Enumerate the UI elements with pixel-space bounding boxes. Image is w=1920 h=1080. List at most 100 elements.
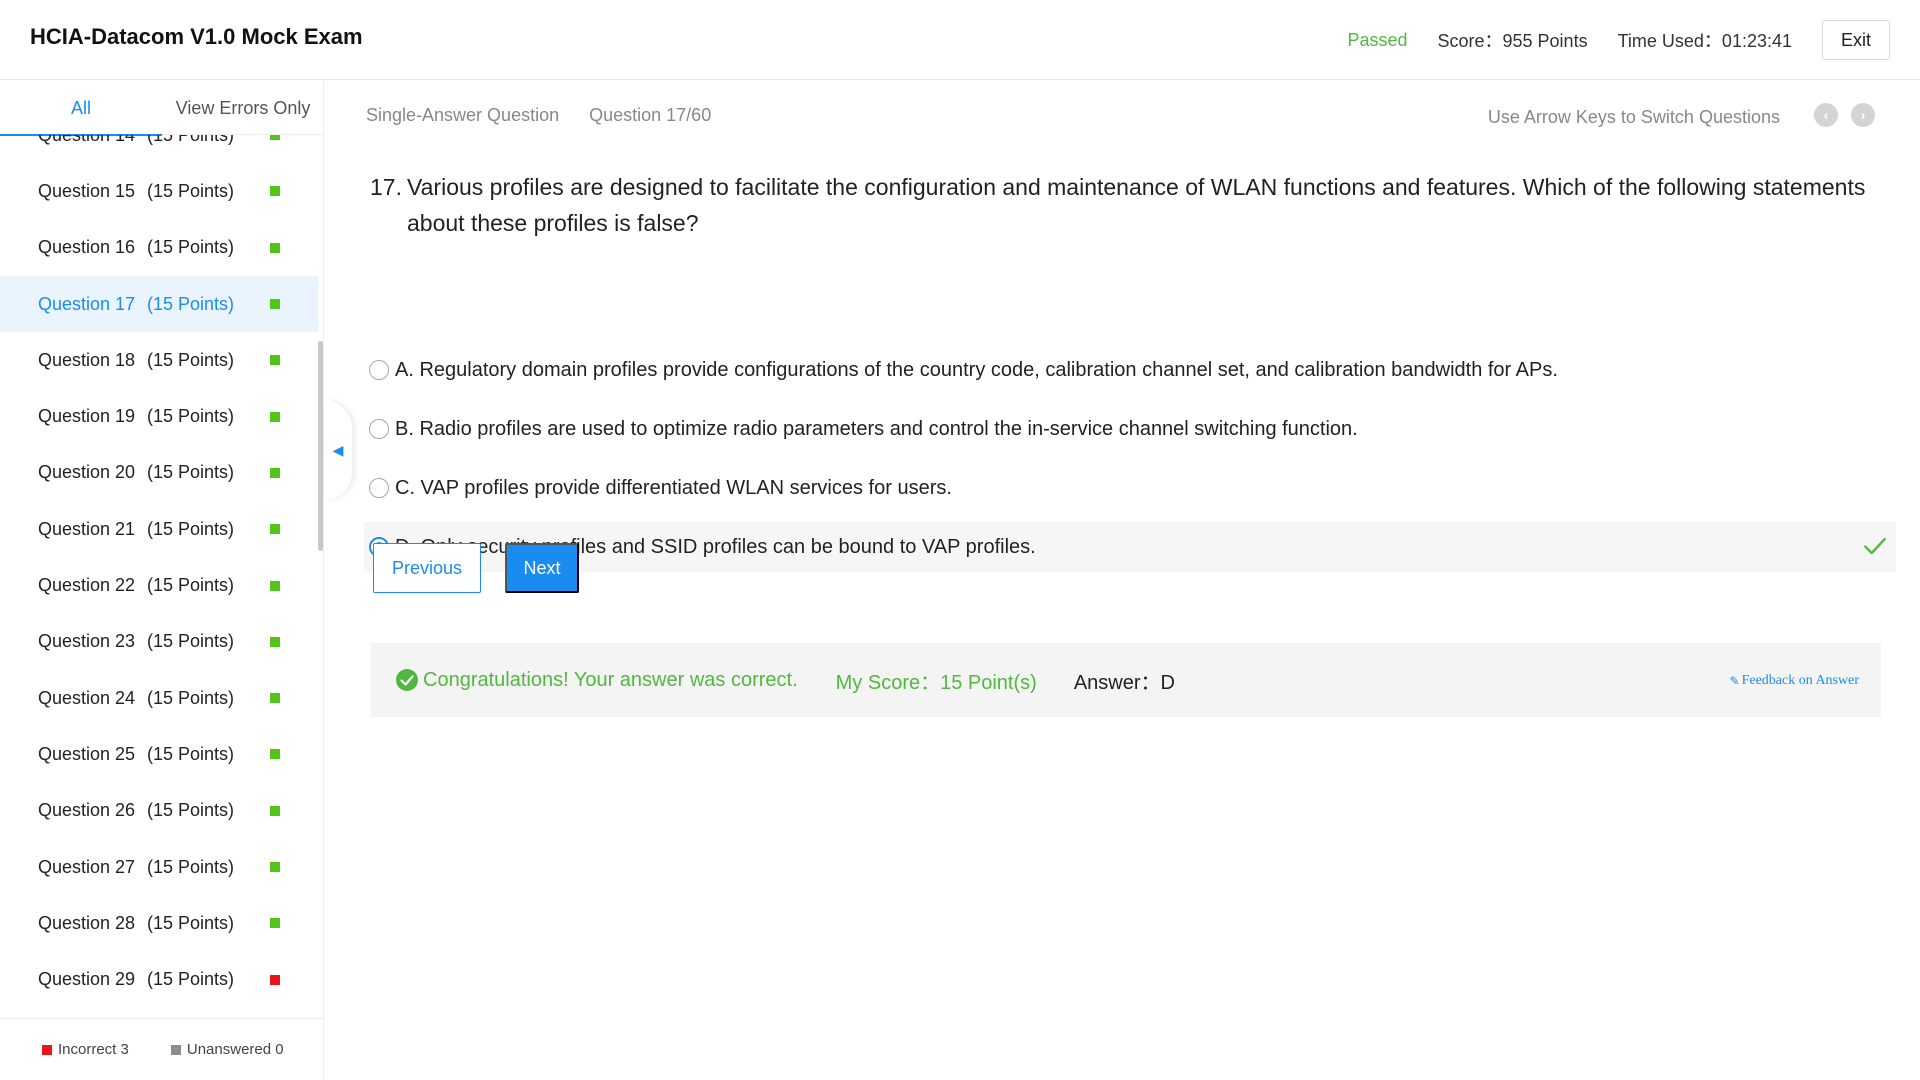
option-c[interactable]: C. VAP profiles provide differentiated W… (364, 463, 1896, 513)
question-label: Question 29 (38, 969, 136, 990)
question-label: Question 20 (38, 462, 136, 483)
edit-icon: ✎ (1729, 673, 1740, 688)
question-list-item[interactable]: Question 15 (15 Points) (0, 163, 318, 219)
option-b[interactable]: B. Radio profiles are used to optimize r… (364, 404, 1896, 454)
radio-icon[interactable] (369, 478, 389, 498)
question-list: Question 14 (15 Points) Question 15 (15 … (0, 135, 318, 1001)
option-text: C. VAP profiles provide differentiated W… (395, 476, 952, 499)
check-circle-icon (396, 669, 418, 691)
correct-marker-icon (270, 636, 280, 647)
question-points: (15 Points) (147, 687, 235, 708)
question-list-item[interactable]: Question 28 (15 Points) (0, 895, 318, 951)
question-points: (15 Points) (147, 406, 235, 427)
next-button[interactable]: Next (505, 543, 579, 593)
question-points: (15 Points) (147, 575, 235, 596)
question-label: Question 16 (38, 237, 136, 258)
time-used: Time Used：01:23:41 (1617, 31, 1792, 51)
question-points: (15 Points) (147, 912, 235, 933)
answer-result-panel: Congratulations! Your answer was correct… (371, 643, 1881, 717)
question-label: Question 22 (38, 575, 136, 596)
question-points: (15 Points) (147, 135, 234, 146)
question-points: (15 Points) (147, 743, 235, 764)
option-text: B. Radio profiles are used to optimize r… (395, 417, 1358, 440)
tab-view-errors-only[interactable]: View Errors Only (162, 81, 324, 135)
correct-marker-icon (270, 693, 280, 704)
correct-marker-icon (270, 749, 280, 760)
question-label: Question 15 (38, 180, 136, 201)
question-type: Single-Answer Question (366, 105, 560, 125)
question-text: Various profiles are designed to facilit… (407, 174, 1866, 236)
correct-marker-icon (270, 467, 280, 478)
header-right: Passed Score：955 Points Time Used：01:23:… (1347, 20, 1890, 60)
correct-marker-icon (270, 299, 280, 310)
correct-marker-icon (270, 411, 280, 422)
question-label: Question 25 (38, 743, 136, 764)
question-list-item[interactable]: Question 25 (15 Points) (0, 726, 318, 782)
feedback-link[interactable]: ✎ Feedback on Answer (1730, 673, 1859, 689)
question-list-item-current[interactable]: Question 17 (15 Points) (0, 275, 318, 333)
question-number: 17. (370, 174, 402, 200)
incorrect-marker-icon (270, 974, 280, 985)
question-label: Question 28 (38, 912, 136, 933)
legend-incorrect: Incorrect 3 (42, 1041, 129, 1058)
legend-unanswered-label: Unanswered 0 (186, 1041, 284, 1058)
collapse-sidebar-button[interactable]: ◀ (324, 400, 352, 500)
question-list-item[interactable]: Question 22 (15 Points) (0, 557, 318, 613)
legend-incorrect-label: Incorrect 3 (58, 1041, 129, 1058)
question-stem: 17. Various profiles are designed to fac… (370, 169, 1870, 241)
correct-marker-icon (270, 242, 280, 253)
question-list-item[interactable]: Question 20 (15 Points) (0, 445, 318, 501)
option-text: D. Only security profiles and SSID profi… (395, 535, 1036, 558)
correct-marker-icon (270, 186, 280, 197)
question-list-item[interactable]: Question 19 (15 Points) (0, 388, 318, 444)
status-legend: Incorrect 3 Unanswered 0 (0, 1018, 324, 1080)
question-sidebar: All View Errors Only Question 14 (15 Poi… (0, 81, 324, 1080)
option-d[interactable]: D. Only security profiles and SSID profi… (364, 522, 1896, 572)
question-list-item[interactable]: Question 23 (15 Points) (0, 614, 318, 670)
question-list-item[interactable]: Question 18 (15 Points) (0, 332, 318, 388)
result-message-text: Congratulations! Your answer was correct… (423, 668, 798, 691)
my-score: My Score：15 Point(s) (835, 671, 1037, 694)
prev-question-icon[interactable]: ‹ (1814, 103, 1838, 127)
sidebar-tabs: All View Errors Only (0, 81, 324, 136)
option-text: A. Regulatory domain profiles provide co… (395, 358, 1558, 381)
question-label: Question 14 (38, 135, 135, 146)
exit-button[interactable]: Exit (1822, 20, 1890, 60)
correct-answer: Answer：D (1073, 671, 1175, 694)
question-label: Question 27 (38, 856, 136, 877)
previous-button[interactable]: Previous (373, 543, 481, 593)
question-list-item[interactable]: Question 21 (15 Points) (0, 501, 318, 557)
nav-hint: Use Arrow Keys to Switch Questions (1487, 107, 1780, 127)
radio-icon[interactable] (369, 419, 389, 439)
top-bar: HCIA-Datacom V1.0 Mock Exam Passed Score… (0, 0, 1920, 80)
question-list-item[interactable]: Question 29 (15 Points) (0, 951, 318, 1001)
option-a[interactable]: A. Regulatory domain profiles provide co… (364, 345, 1896, 395)
next-question-icon[interactable]: › (1851, 103, 1875, 127)
correct-marker-icon (270, 805, 280, 816)
total-score: Score：955 Points (1437, 31, 1588, 51)
tab-all[interactable]: All (0, 81, 162, 136)
question-points: (15 Points) (147, 462, 235, 483)
question-list-item[interactable]: Question 16 (15 Points) (0, 220, 318, 276)
question-label: Question 26 (38, 800, 136, 821)
pass-status: Passed (1347, 29, 1408, 50)
question-list-item[interactable]: Question 14 (15 Points) (0, 135, 318, 163)
question-label: Question 23 (38, 631, 136, 652)
incorrect-square-icon (42, 1044, 52, 1055)
question-panel: Single-Answer Question Question 17/60 Us… (350, 81, 1920, 1080)
question-list-item[interactable]: Question 27 (15 Points) (0, 839, 318, 895)
question-points: (15 Points) (147, 518, 235, 539)
question-list-item[interactable]: Question 24 (15 Points) (0, 670, 318, 726)
checkmark-icon (1864, 537, 1886, 555)
question-label: Question 17 (38, 293, 136, 314)
question-points: (15 Points) (147, 800, 235, 821)
question-points: (15 Points) (147, 180, 235, 201)
correct-marker-icon (270, 862, 280, 872)
question-meta: Single-Answer Question Question 17/60 (366, 105, 711, 126)
unanswered-square-icon (170, 1044, 181, 1055)
question-points: (15 Points) (147, 969, 235, 990)
question-points: (15 Points) (147, 293, 235, 314)
sidebar-scrollbar[interactable] (318, 341, 323, 551)
question-list-item[interactable]: Question 26 (15 Points) (0, 783, 318, 839)
radio-icon[interactable] (369, 360, 389, 380)
